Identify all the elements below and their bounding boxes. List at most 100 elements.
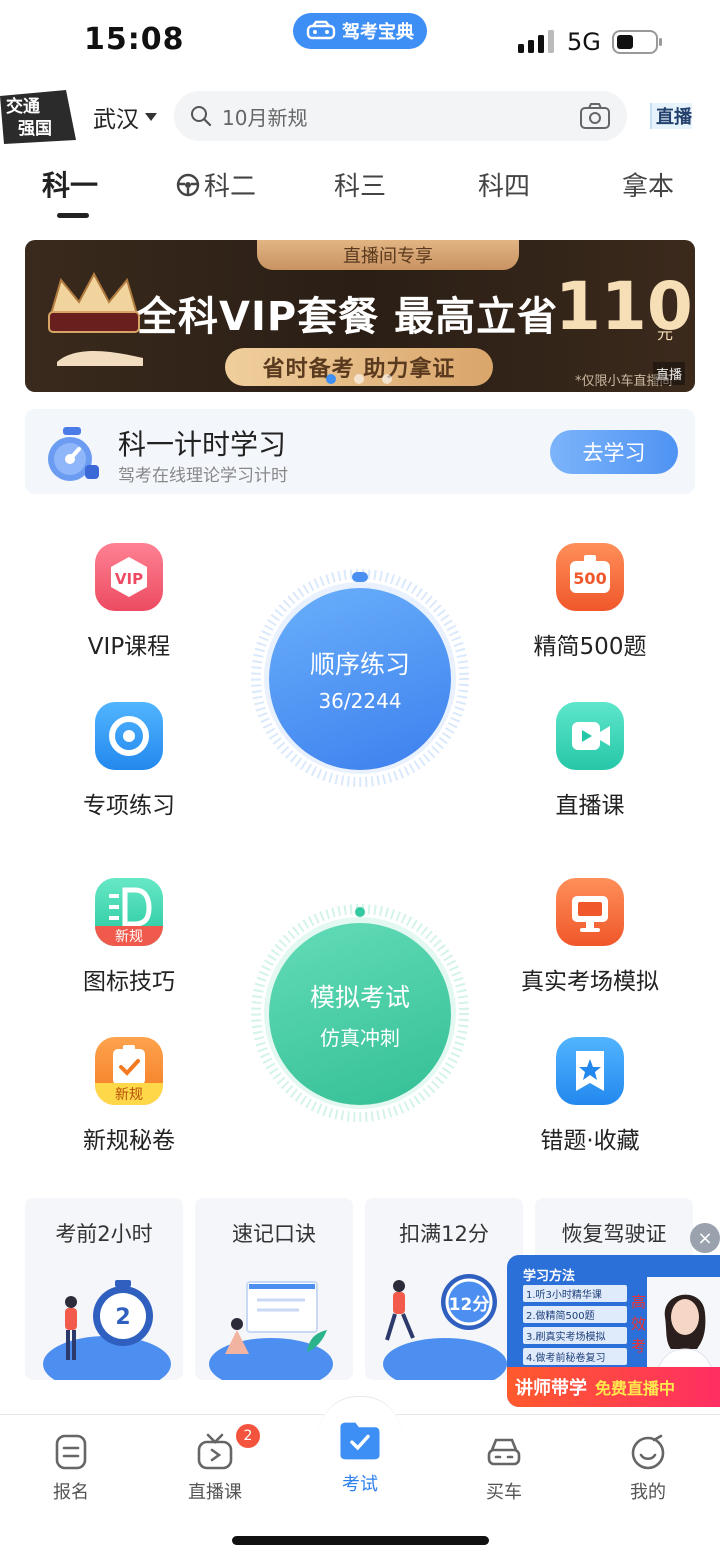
svg-text:500: 500: [573, 569, 606, 588]
sign-tips-label: 图标技巧: [83, 969, 175, 995]
ad-step: 2.做精简500题: [523, 1306, 627, 1323]
home-indicator: [232, 1536, 489, 1545]
practice-title: 顺序练习: [309, 650, 410, 679]
tv-icon: [197, 1433, 233, 1470]
question-500-icon: 500: [556, 543, 624, 611]
promo-banner[interactable]: 直播间专享 全科VIP套餐 最高立省 110 元 省时备考 助力拿证 *仅限小车…: [25, 240, 695, 392]
simplified-500-item[interactable]: 500 精简500题: [490, 543, 690, 661]
nav-label: 考试: [342, 1474, 378, 1495]
nav-buy-car[interactable]: 买车: [449, 1432, 559, 1504]
ad-cta-left: 讲师带学: [515, 1378, 587, 1399]
topic-practice-label: 专项练习: [83, 793, 175, 819]
signal-icon: [518, 30, 554, 53]
banner-unit: 元: [657, 324, 674, 343]
tab-ke1[interactable]: 科一: [42, 164, 98, 204]
svg-text:交通: 交通: [6, 96, 40, 117]
floating-live-ad[interactable]: 学习方法 1.听3小时精华课 2.做精简500题 3.刷真实考场模拟 4.做考前…: [507, 1255, 720, 1407]
svg-text:强国: 强国: [18, 119, 52, 139]
mock-exam-subtitle: 仿真冲刺: [320, 1025, 400, 1050]
search-bar[interactable]: 10月新规: [174, 91, 627, 141]
pagination-dot[interactable]: [382, 374, 392, 384]
timer-title: 科一计时学习: [118, 428, 287, 461]
nav-label: 我的: [630, 1482, 666, 1503]
shortcut-card-12points[interactable]: 扣满12分 12分: [365, 1198, 523, 1380]
shortcut-card-mnemonic[interactable]: 速记口诀: [195, 1198, 353, 1380]
vip-icon: VIP: [95, 543, 163, 611]
shortcut-title: 扣满12分: [399, 1222, 489, 1246]
search-icon: [191, 106, 212, 127]
svg-text:12分: 12分: [449, 1295, 490, 1315]
real-exam-sim-item[interactable]: 真实考场模拟: [490, 878, 690, 996]
tab-ke2[interactable]: 科二: [176, 166, 256, 203]
go-study-button[interactable]: 去学习: [550, 430, 678, 474]
mock-exam-button[interactable]: 模拟考试 仿真冲刺: [269, 923, 451, 1105]
timer-subtitle: 驾考在线理论学习计时: [118, 466, 288, 486]
target-icon: [95, 702, 163, 770]
bookmark-star-icon: [556, 1037, 624, 1105]
timed-study-card[interactable]: 科一计时学习 驾考在线理论学习计时 去学习: [25, 409, 695, 494]
svg-text:2: 2: [115, 1305, 130, 1330]
banner-pagination: [326, 374, 392, 384]
nav-signup[interactable]: 报名: [16, 1432, 126, 1504]
banner-live-tag: 直播: [653, 362, 686, 385]
clipboard-check-icon: 新规: [95, 1037, 163, 1105]
sign-tips-icon: 新规: [95, 878, 163, 946]
shortcut-card-2hours[interactable]: 考前2小时 2: [25, 1198, 183, 1380]
smile-icon: [631, 1434, 665, 1470]
ad-steps: 1.听3小时精华课 2.做精简500题 3.刷真实考场模拟 4.做考前秘卷复习: [523, 1285, 627, 1369]
live-entry-button[interactable]: 直播: [650, 103, 692, 129]
tab-ke3[interactable]: 科三: [334, 166, 386, 203]
shortcut-title: 恢复驾驶证: [561, 1222, 667, 1246]
battery-icon: [612, 30, 662, 54]
ad-step: 3.刷真实考场模拟: [523, 1327, 627, 1344]
board-illustration-icon: [209, 1281, 333, 1380]
pagination-dot[interactable]: [326, 374, 336, 384]
caret-down-icon: [145, 113, 157, 121]
wrong-favorites-item[interactable]: 错题·收藏: [490, 1037, 690, 1155]
vip-course-label: VIP课程: [87, 634, 171, 660]
vip-course-item[interactable]: VIP VIP课程: [29, 543, 229, 661]
pagination-dot[interactable]: [354, 374, 364, 384]
penalty-illustration-icon: 12分: [383, 1274, 507, 1380]
nav-mine[interactable]: 我的: [593, 1432, 703, 1504]
notification-badge: 2: [236, 1424, 260, 1448]
tab-naben[interactable]: 拿本: [622, 166, 674, 203]
new-rule-paper-item[interactable]: 新规 新规秘卷: [29, 1037, 229, 1155]
sign-tips-item[interactable]: 新规 图标技巧: [29, 878, 229, 996]
camera-icon[interactable]: [579, 102, 611, 130]
ad-cta-right: 免费直播中: [595, 1379, 676, 1398]
banner-title: 全科VIP套餐 最高立省: [137, 294, 559, 340]
live-course-item[interactable]: 直播课: [490, 702, 690, 820]
form-icon: [55, 1434, 87, 1470]
city-name: 武汉: [93, 107, 139, 133]
live-course-label: 直播课: [555, 793, 625, 819]
video-icon: [556, 702, 624, 770]
sequential-practice-button[interactable]: 顺序练习 36/2244: [269, 588, 451, 770]
steering-wheel-icon: [176, 173, 200, 196]
real-exam-sim-label: 真实考场模拟: [521, 969, 659, 995]
new-rule-paper-label: 新规秘卷: [83, 1128, 175, 1154]
mock-exam-title: 模拟考试: [309, 982, 410, 1012]
city-selector[interactable]: 武汉: [93, 100, 157, 134]
ad-step: 1.听3小时精华课: [523, 1285, 627, 1302]
nav-exam[interactable]: 考试: [305, 1418, 415, 1496]
ad-step: 4.做考前秘卷复习: [523, 1348, 627, 1365]
stopwatch-icon: [48, 427, 99, 481]
ad-heading: 学习方法: [523, 1269, 576, 1284]
topic-practice-item[interactable]: 专项练习: [29, 702, 229, 820]
simplified-500-label: 精简500题: [533, 634, 647, 660]
stopwatch-illustration-icon: 2: [43, 1280, 171, 1380]
tab-ke4[interactable]: 科四: [478, 166, 530, 203]
banner-tag: 直播间专享: [257, 240, 519, 270]
monitor-icon: [556, 878, 624, 946]
nav-label: 买车: [486, 1482, 522, 1503]
app-switch-pill[interactable]: 驾考宝典: [293, 13, 427, 49]
svg-text:VIP: VIP: [115, 570, 143, 588]
close-ad-button[interactable]: ×: [690, 1223, 720, 1253]
shortcut-title: 速记口诀: [232, 1222, 316, 1246]
ad-cta-bar[interactable]: 讲师带学 免费直播中: [507, 1367, 720, 1407]
wrong-favorites-label: 错题·收藏: [540, 1128, 640, 1154]
tab-active-indicator: [57, 213, 89, 218]
network-type: 5G: [567, 28, 601, 56]
nav-label: 报名: [53, 1482, 89, 1503]
